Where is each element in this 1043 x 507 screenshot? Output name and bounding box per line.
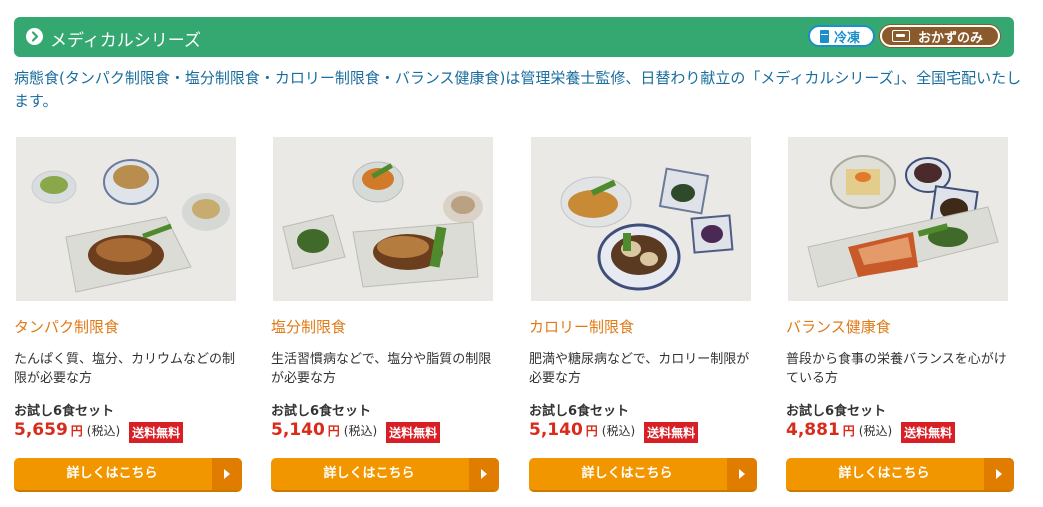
trial-set-label: お試し6食セット: [14, 404, 115, 419]
product-photo[interactable]: [788, 137, 1008, 301]
product-card: バランス健康食 普段から食事の栄養バランスを心がけている方 お試し6食セット 4…: [786, 137, 1014, 497]
free-shipping-badge: 送料無料: [129, 421, 184, 443]
currency-label: 円: [585, 424, 598, 438]
product-photo[interactable]: [16, 137, 236, 301]
arrow-right-icon: [469, 458, 499, 490]
free-shipping-badge: 送料無料: [386, 421, 441, 443]
tax-included-label: (税込): [86, 424, 121, 438]
trial-set-label: お試し6食セット: [786, 404, 887, 419]
price-row: 5,659 円 (税込) 送料無料: [14, 420, 184, 444]
arrow-right-icon: [984, 458, 1014, 490]
price-row: 5,140 円 (税込) 送料無料: [529, 420, 699, 444]
frozen-badge-label: 冷凍: [834, 30, 861, 46]
section-header: メディカルシリーズ 冷凍 おかずのみ: [14, 17, 1014, 57]
currency-label: 円: [842, 424, 855, 438]
side-dish-only-badge: おかずのみ: [880, 25, 1000, 47]
product-name: タンパク制限食: [14, 318, 120, 336]
product-photo[interactable]: [531, 137, 751, 301]
product-name: 塩分制限食: [271, 318, 347, 336]
section-title: メディカルシリーズ: [50, 31, 201, 51]
details-button-label: 詳しくはこちら: [581, 466, 673, 481]
product-photo[interactable]: [273, 137, 493, 301]
frozen-badge: 冷凍: [808, 25, 875, 47]
details-button[interactable]: 詳しくはこちら: [271, 458, 499, 492]
product-name: バランス健康食: [786, 318, 891, 336]
product-card: カロリー制限食 肥満や糖尿病などで、カロリー制限が必要な方 お試し6食セット 5…: [529, 137, 757, 497]
price: 5,659: [14, 420, 68, 440]
product-description: 肥満や糖尿病などで、カロリー制限が必要な方: [529, 352, 750, 386]
details-button[interactable]: 詳しくはこちら: [14, 458, 242, 492]
free-shipping-badge: 送料無料: [901, 421, 956, 443]
price: 5,140: [271, 420, 325, 440]
product-description: 生活習慣病などで、塩分や脂質の制限が必要な方: [271, 352, 492, 386]
product-description: たんぱく質、塩分、カリウムなどの制限が必要な方: [14, 352, 236, 386]
details-button-label: 詳しくはこちら: [66, 466, 158, 481]
free-shipping-badge: 送料無料: [644, 421, 699, 443]
details-button-label: 詳しくはこちら: [838, 466, 930, 481]
product-card: タンパク制限食 たんぱく質、塩分、カリウムなどの制限が必要な方 お試し6食セット…: [14, 137, 242, 497]
side-dish-only-badge-label: おかずのみ: [918, 30, 984, 46]
details-button[interactable]: 詳しくはこちら: [786, 458, 1014, 492]
currency-label: 円: [327, 424, 340, 438]
tax-included-label: (税込): [343, 424, 378, 438]
chevron-right-icon: [26, 28, 43, 45]
details-button[interactable]: 詳しくはこちら: [529, 458, 757, 492]
price: 5,140: [529, 420, 583, 440]
product-description: 普段から食事の栄養バランスを心がけている方: [786, 352, 1007, 386]
trial-set-label: お試し6食セット: [529, 404, 630, 419]
arrow-right-icon: [727, 458, 757, 490]
product-name: カロリー制限食: [529, 318, 635, 336]
product-card: 塩分制限食 生活習慣病などで、塩分や脂質の制限が必要な方 お試し6食セット 5,…: [271, 137, 499, 497]
bento-box-icon: [892, 30, 910, 42]
price-row: 4,881 円 (税込) 送料無料: [786, 420, 956, 444]
tax-included-label: (税込): [858, 424, 893, 438]
price: 4,881: [786, 420, 840, 440]
intro-text: 病態食(タンパク制限食・塩分制限食・カロリー制限食・バランス健康食)は管理栄養士…: [14, 69, 1022, 110]
arrow-right-icon: [212, 458, 242, 490]
trial-set-label: お試し6食セット: [271, 404, 372, 419]
currency-label: 円: [70, 424, 83, 438]
freezer-icon: [820, 29, 829, 43]
details-button-label: 詳しくはこちら: [323, 466, 415, 481]
price-row: 5,140 円 (税込) 送料無料: [271, 420, 441, 444]
tax-included-label: (税込): [601, 424, 636, 438]
